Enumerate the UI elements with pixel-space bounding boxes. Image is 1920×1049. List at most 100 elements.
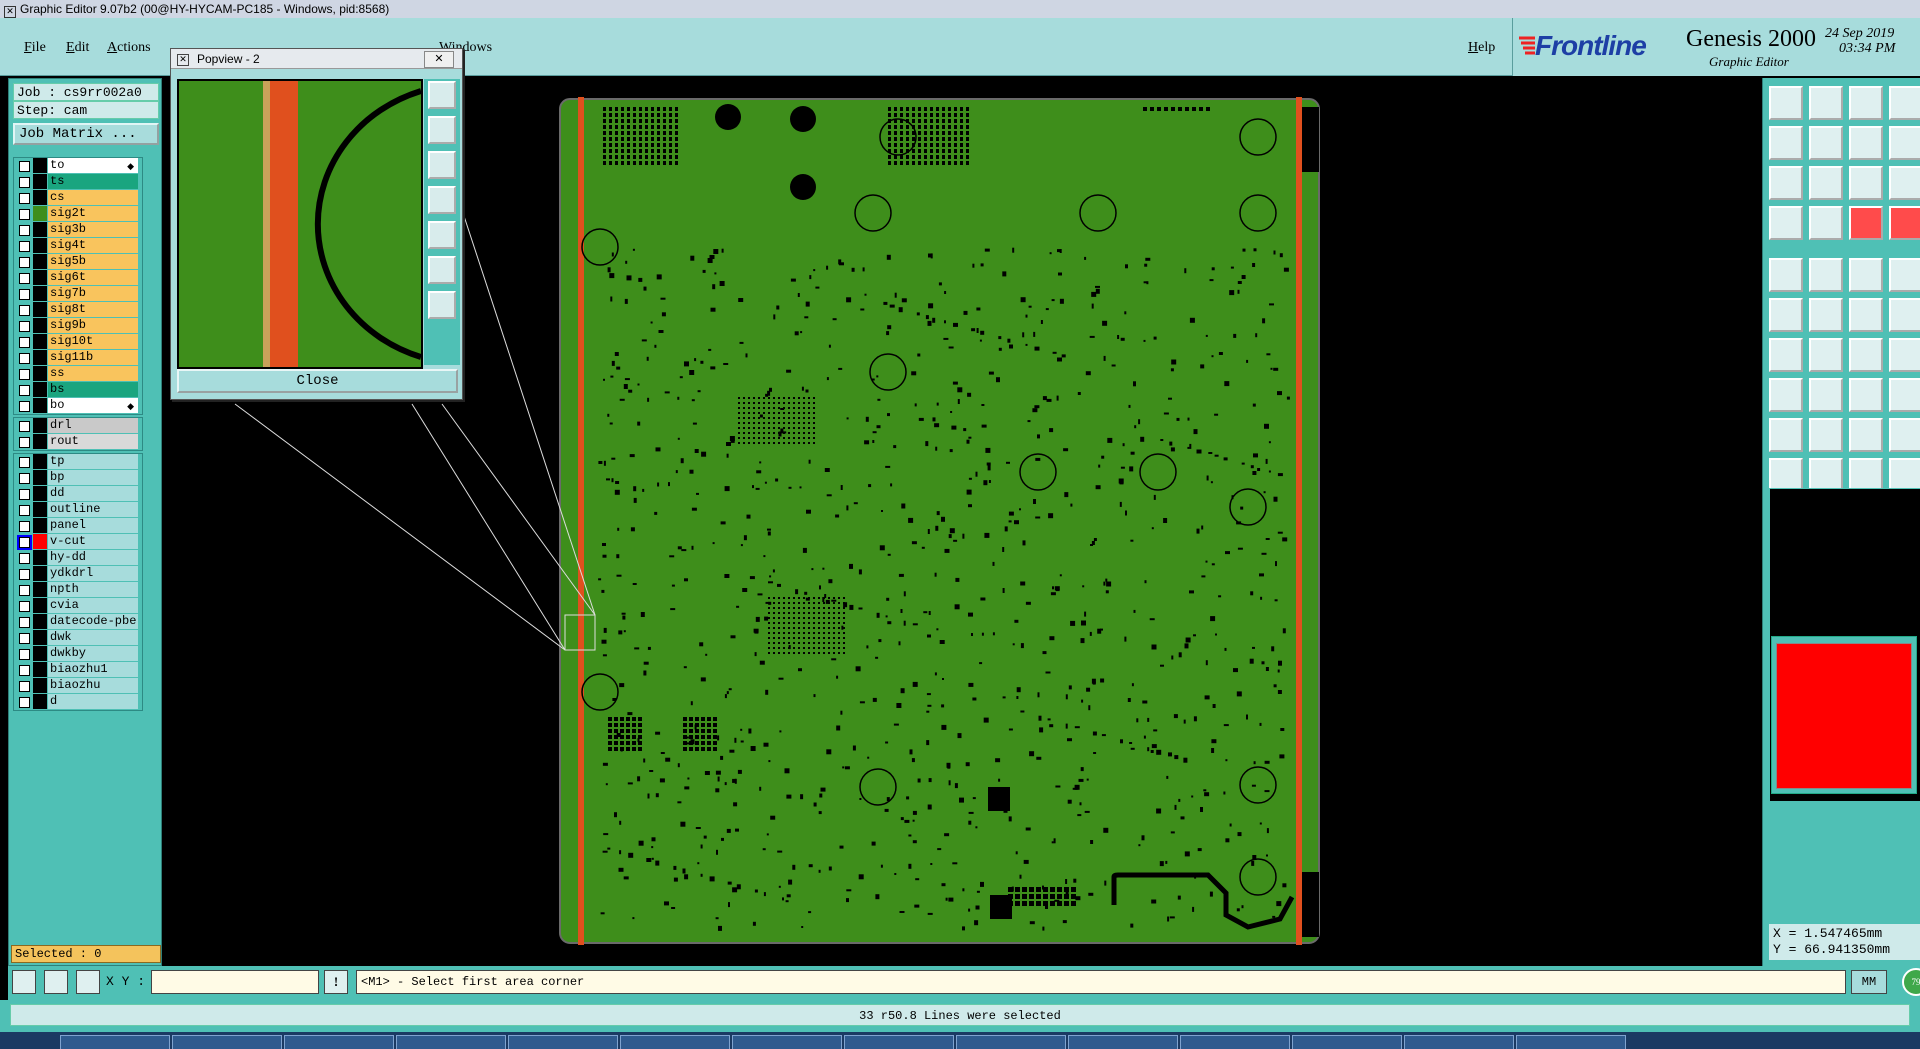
layer-row-sig10t[interactable]: sig10t [14, 334, 142, 350]
layer-color-swatch[interactable] [33, 694, 47, 709]
layer-checkbox[interactable] [19, 489, 30, 500]
layer-checkbox[interactable] [19, 697, 30, 708]
tool-button-7[interactable] [1849, 126, 1883, 160]
layer-row-rout[interactable]: rout [14, 434, 142, 450]
layer-color-swatch[interactable] [33, 286, 47, 301]
layer-name[interactable]: outline [48, 502, 138, 517]
tool-button-30[interactable] [1809, 378, 1843, 412]
layer-name[interactable]: npth [48, 582, 138, 597]
layer-checkbox[interactable] [19, 601, 30, 612]
tool-button-25[interactable] [1769, 338, 1803, 372]
taskbar-item[interactable] [1516, 1035, 1626, 1049]
tool-button-6[interactable] [1809, 126, 1843, 160]
layer-name[interactable]: to ◆ [48, 158, 138, 173]
layer-color-swatch[interactable] [33, 646, 47, 661]
menu-help[interactable]: Help [1468, 40, 1495, 56]
layer-name[interactable]: biaozhu [48, 678, 138, 693]
layer-row-biaozhu[interactable]: biaozhu [14, 678, 142, 694]
layer-color-swatch[interactable] [33, 630, 47, 645]
layer-checkbox[interactable] [19, 553, 30, 564]
tool-button-32[interactable] [1889, 378, 1920, 412]
tool-button-35[interactable] [1849, 418, 1883, 452]
layer-checkbox[interactable] [19, 649, 30, 660]
layer-row-hy-dd[interactable]: hy-dd [14, 550, 142, 566]
layer-name[interactable]: bs [48, 382, 138, 397]
menu-file[interactable]: File [24, 40, 46, 56]
xy-input[interactable] [151, 970, 319, 994]
taskbar-item[interactable] [956, 1035, 1066, 1049]
layer-row-npth[interactable]: npth [14, 582, 142, 598]
layer-row-ydkdrl[interactable]: ydkdrl [14, 566, 142, 582]
taskbar-item[interactable] [1292, 1035, 1402, 1049]
layer-name[interactable]: ss [48, 366, 138, 381]
tool-button-9[interactable] [1769, 166, 1803, 200]
layer-name[interactable]: cvia [48, 598, 138, 613]
tool-button-13[interactable] [1769, 206, 1803, 240]
layer-name[interactable]: rout [48, 434, 138, 449]
layer-checkbox[interactable] [19, 505, 30, 516]
layer-color-swatch[interactable] [33, 238, 47, 253]
layer-color-swatch[interactable] [33, 534, 47, 549]
layer-row-sig2t[interactable]: sig2t [14, 206, 142, 222]
layer-name[interactable]: biaozhu1 [48, 662, 138, 677]
layer-row-ts[interactable]: ts [14, 174, 142, 190]
taskbar-item[interactable] [1068, 1035, 1178, 1049]
layer-checkbox[interactable] [19, 241, 30, 252]
popview-canvas[interactable] [177, 79, 423, 369]
tool-button-19[interactable] [1849, 258, 1883, 292]
layer-row-sig11b[interactable]: sig11b [14, 350, 142, 366]
tool-button-11[interactable] [1849, 166, 1883, 200]
tool-button-4[interactable] [1889, 86, 1920, 120]
taskbar-item[interactable] [284, 1035, 394, 1049]
layer-name[interactable]: drl [48, 418, 138, 433]
layer-checkbox[interactable] [19, 437, 30, 448]
layer-row-cvia[interactable]: cvia [14, 598, 142, 614]
layer-color-swatch[interactable] [33, 190, 47, 205]
layer-color-swatch[interactable] [33, 582, 47, 597]
layer-name[interactable]: sig11b [48, 350, 138, 365]
tool-button-31[interactable] [1849, 378, 1883, 412]
grid-icon[interactable] [76, 970, 100, 994]
layer-row-datecode-pbe[interactable]: datecode-pbe [14, 614, 142, 630]
layer-color-swatch[interactable] [33, 206, 47, 221]
layer-checkbox[interactable] [19, 289, 30, 300]
layer-checkbox[interactable] [19, 681, 30, 692]
layer-checkbox[interactable] [19, 273, 30, 284]
popview-tool-5[interactable] [428, 221, 456, 249]
layer-name[interactable]: bp [48, 470, 138, 485]
layer-checkbox[interactable] [19, 353, 30, 364]
layer-color-swatch[interactable] [33, 350, 47, 365]
tool-button-39[interactable] [1849, 458, 1883, 492]
popview-tool-3[interactable] [428, 151, 456, 179]
tool-button-36[interactable] [1889, 418, 1920, 452]
layer-checkbox[interactable] [19, 209, 30, 220]
layer-color-swatch[interactable] [33, 366, 47, 381]
layer-color-swatch[interactable] [33, 382, 47, 397]
taskbar-item[interactable] [172, 1035, 282, 1049]
layer-color-swatch[interactable] [33, 174, 47, 189]
layer-row-sig5b[interactable]: sig5b [14, 254, 142, 270]
layer-color-swatch[interactable] [33, 678, 47, 693]
taskbar-item[interactable] [60, 1035, 170, 1049]
layer-name[interactable]: cs [48, 190, 138, 205]
tool-button-8[interactable] [1889, 126, 1920, 160]
layer-checkbox[interactable] [19, 665, 30, 676]
popview-close-button[interactable]: Close [177, 369, 458, 393]
tool-button-18[interactable] [1809, 258, 1843, 292]
layer-checkbox[interactable] [19, 257, 30, 268]
layer-row-bs[interactable]: bs [14, 382, 142, 398]
layer-checkbox[interactable] [19, 225, 30, 236]
layer-checkbox[interactable] [19, 457, 30, 468]
layer-color-swatch[interactable] [33, 614, 47, 629]
job-matrix-button[interactable]: Job Matrix ... [13, 123, 159, 145]
layer-row-panel[interactable]: panel [14, 518, 142, 534]
layer-checkbox[interactable] [19, 421, 30, 432]
layer-color-swatch[interactable] [33, 222, 47, 237]
angle-icon[interactable] [44, 970, 68, 994]
measure-icon[interactable] [12, 970, 36, 994]
tool-button-1[interactable] [1769, 86, 1803, 120]
layer-color-swatch[interactable] [33, 662, 47, 677]
layer-name[interactable]: sig10t [48, 334, 138, 349]
popview-close-icon[interactable]: ✕ [424, 51, 454, 68]
layer-color-swatch[interactable] [33, 398, 47, 413]
